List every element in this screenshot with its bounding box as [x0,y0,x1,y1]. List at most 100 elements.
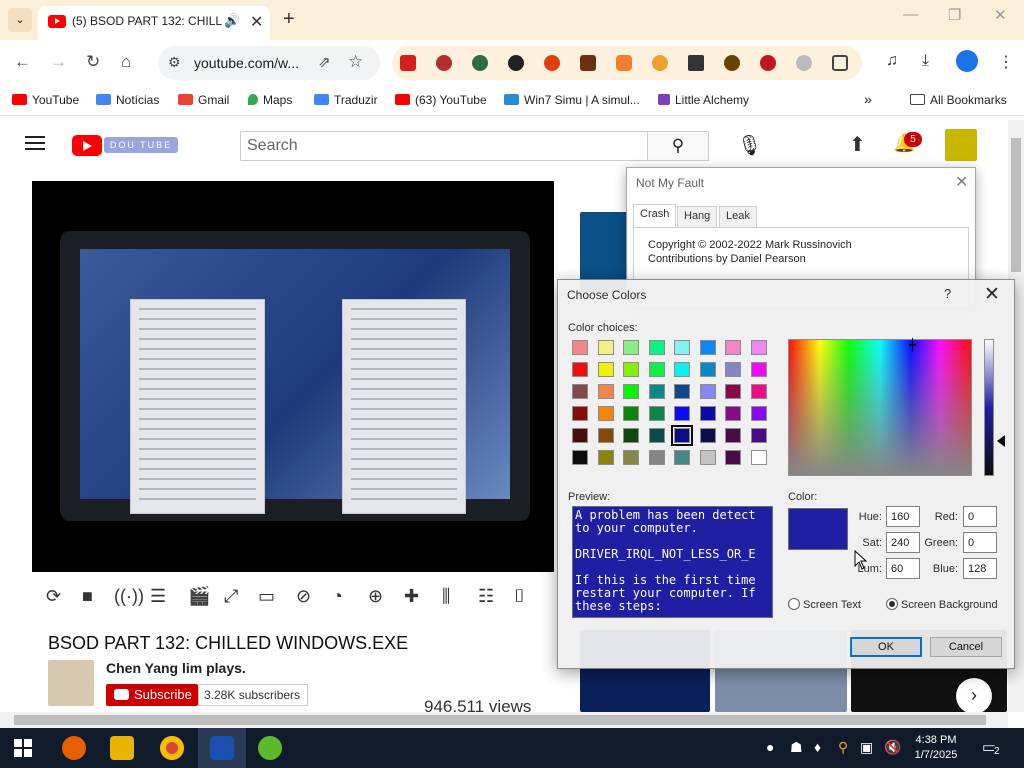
address-bar[interactable]: ⚙ youtube.com/w... ⇗ ☆ [158,46,380,80]
color-swatch[interactable] [597,362,614,377]
profile-avatar[interactable] [956,50,978,72]
blue-input[interactable] [963,558,997,579]
color-swatch[interactable] [699,362,716,377]
color-swatch[interactable] [674,406,690,421]
color-swatch[interactable] [699,428,716,443]
color-swatch[interactable] [572,406,588,421]
clapper-icon[interactable]: 🎬 [188,586,210,607]
color-swatch[interactable] [750,362,767,377]
forward-icon[interactable]: → [50,52,67,72]
playlist-icon[interactable]: ☰ [150,586,166,607]
tray-network-icon[interactable]: ▣ [860,739,873,756]
bookmarks-overflow-icon[interactable]: » [864,91,872,107]
menu-hamburger-icon[interactable] [25,136,45,150]
color-swatch[interactable] [623,384,639,399]
green-input[interactable] [963,532,997,553]
all-bookmarks[interactable]: All Bookmarks [910,93,1007,107]
download-icon[interactable]: ⤓ [922,52,929,70]
site-info-icon[interactable]: ⚙ [168,54,181,71]
color-swatch[interactable] [597,450,614,465]
luminosity-slider[interactable] [984,339,994,476]
color-swatch[interactable] [623,406,639,421]
color-swatch[interactable] [725,450,741,465]
search-icon[interactable]: ⚲ [647,131,709,161]
color-swatch[interactable] [699,450,716,465]
upload-icon[interactable]: ⬆ [849,132,866,157]
extension-globe-icon[interactable] [796,55,812,71]
color-swatch[interactable] [648,362,665,377]
extension-amber-icon[interactable] [652,55,668,71]
reload-icon[interactable]: ↻ [86,52,100,72]
bookmark-star-icon[interactable]: ☆ [348,52,363,72]
color-swatch[interactable] [572,384,588,399]
color-swatch[interactable] [572,340,588,355]
file-explorer-icon[interactable] [110,736,134,760]
taskbar-clock[interactable]: 4:38 PM 1/7/2025 [904,733,968,763]
color-swatch[interactable] [674,362,690,377]
bookmark-youtube-63[interactable]: (63) YouTube [395,93,487,107]
fit-screen-icon[interactable]: ⤢ [224,586,238,607]
stack-icon[interactable]: ☷ [478,586,494,607]
hue-input[interactable] [886,506,920,527]
color-swatch[interactable] [725,428,741,443]
split-icon[interactable]: ⫼ [442,586,450,607]
color-swatch[interactable] [699,340,716,355]
speedometer-icon[interactable]: ◔ [332,586,343,607]
cancel-button[interactable]: Cancel [930,637,1002,657]
color-spectrum[interactable]: ┿ [788,339,972,476]
tray-drop-icon[interactable]: ♦ [814,739,821,755]
bookmark-youtube[interactable]: YouTube [12,93,79,107]
color-swatch[interactable] [725,406,741,421]
video-player[interactable] [32,181,554,572]
bookmark-win7-simu[interactable]: Win7 Simu | A simul... [504,93,640,107]
close-tab-icon[interactable]: ✕ [250,12,263,32]
bookmark-noticias[interactable]: Notícias [96,93,159,107]
color-swatch[interactable] [725,362,741,377]
color-swatch[interactable] [597,340,614,355]
extension-cat-icon[interactable] [472,55,488,71]
color-swatch[interactable] [597,428,614,443]
tray-volume-mute-icon[interactable]: 🔇 [884,739,901,756]
color-swatch[interactable] [725,384,741,399]
tray-search-icon[interactable]: ⚲ [838,739,848,756]
luminosity-arrow-icon[interactable] [997,435,1005,447]
color-swatch[interactable] [648,340,665,355]
tab-leak[interactable]: Leak [719,206,757,228]
back-icon[interactable]: ← [14,52,31,72]
home-icon[interactable]: ⌂ [121,52,131,72]
color-swatch[interactable] [648,406,665,421]
color-swatch[interactable] [623,340,639,355]
close-icon[interactable]: ✕ [984,283,1000,306]
tab-crash[interactable]: Crash [633,204,677,228]
color-swatch[interactable] [699,384,716,399]
url-text[interactable]: youtube.com/w... [194,55,299,71]
bookmark-traduzir[interactable]: Traduzir [314,93,378,107]
restore-icon[interactable]: ❐ [948,6,961,24]
camera-icon[interactable]: ⌷ [514,586,525,607]
close-window-icon[interactable]: ✕ [994,6,1007,24]
color-swatch[interactable] [572,428,588,443]
color-swatch[interactable] [674,340,690,355]
color-swatch[interactable] [623,428,639,443]
microphone-icon[interactable]: 🎙 [737,133,762,158]
extension-red-icon[interactable] [400,55,416,71]
notmyfault-app-icon[interactable] [210,736,234,760]
color-swatch[interactable] [597,406,614,421]
subscribe-button[interactable]: Subscribe [106,684,198,706]
color-swatch[interactable] [597,384,614,399]
tray-people-icon[interactable]: ☗ [790,739,803,756]
extension-tomato-icon[interactable] [544,55,560,71]
account-avatar[interactable] [945,129,977,161]
close-icon[interactable]: ✕ [955,172,968,192]
extension-bug-icon[interactable] [724,55,740,71]
screen-text-radio[interactable]: Screen Text [788,598,861,611]
tab-search-icon[interactable]: ⌄ [8,8,32,32]
color-swatch[interactable] [648,450,665,465]
bookmark-maps[interactable]: Maps [248,93,292,107]
color-swatch[interactable] [674,384,690,399]
extension-hand-icon[interactable] [436,55,452,71]
horizontal-scrollbar[interactable] [0,712,1008,728]
color-swatch[interactable] [671,425,693,446]
extensions-puzzle-icon[interactable] [832,55,848,71]
color-swatch[interactable] [750,340,767,355]
